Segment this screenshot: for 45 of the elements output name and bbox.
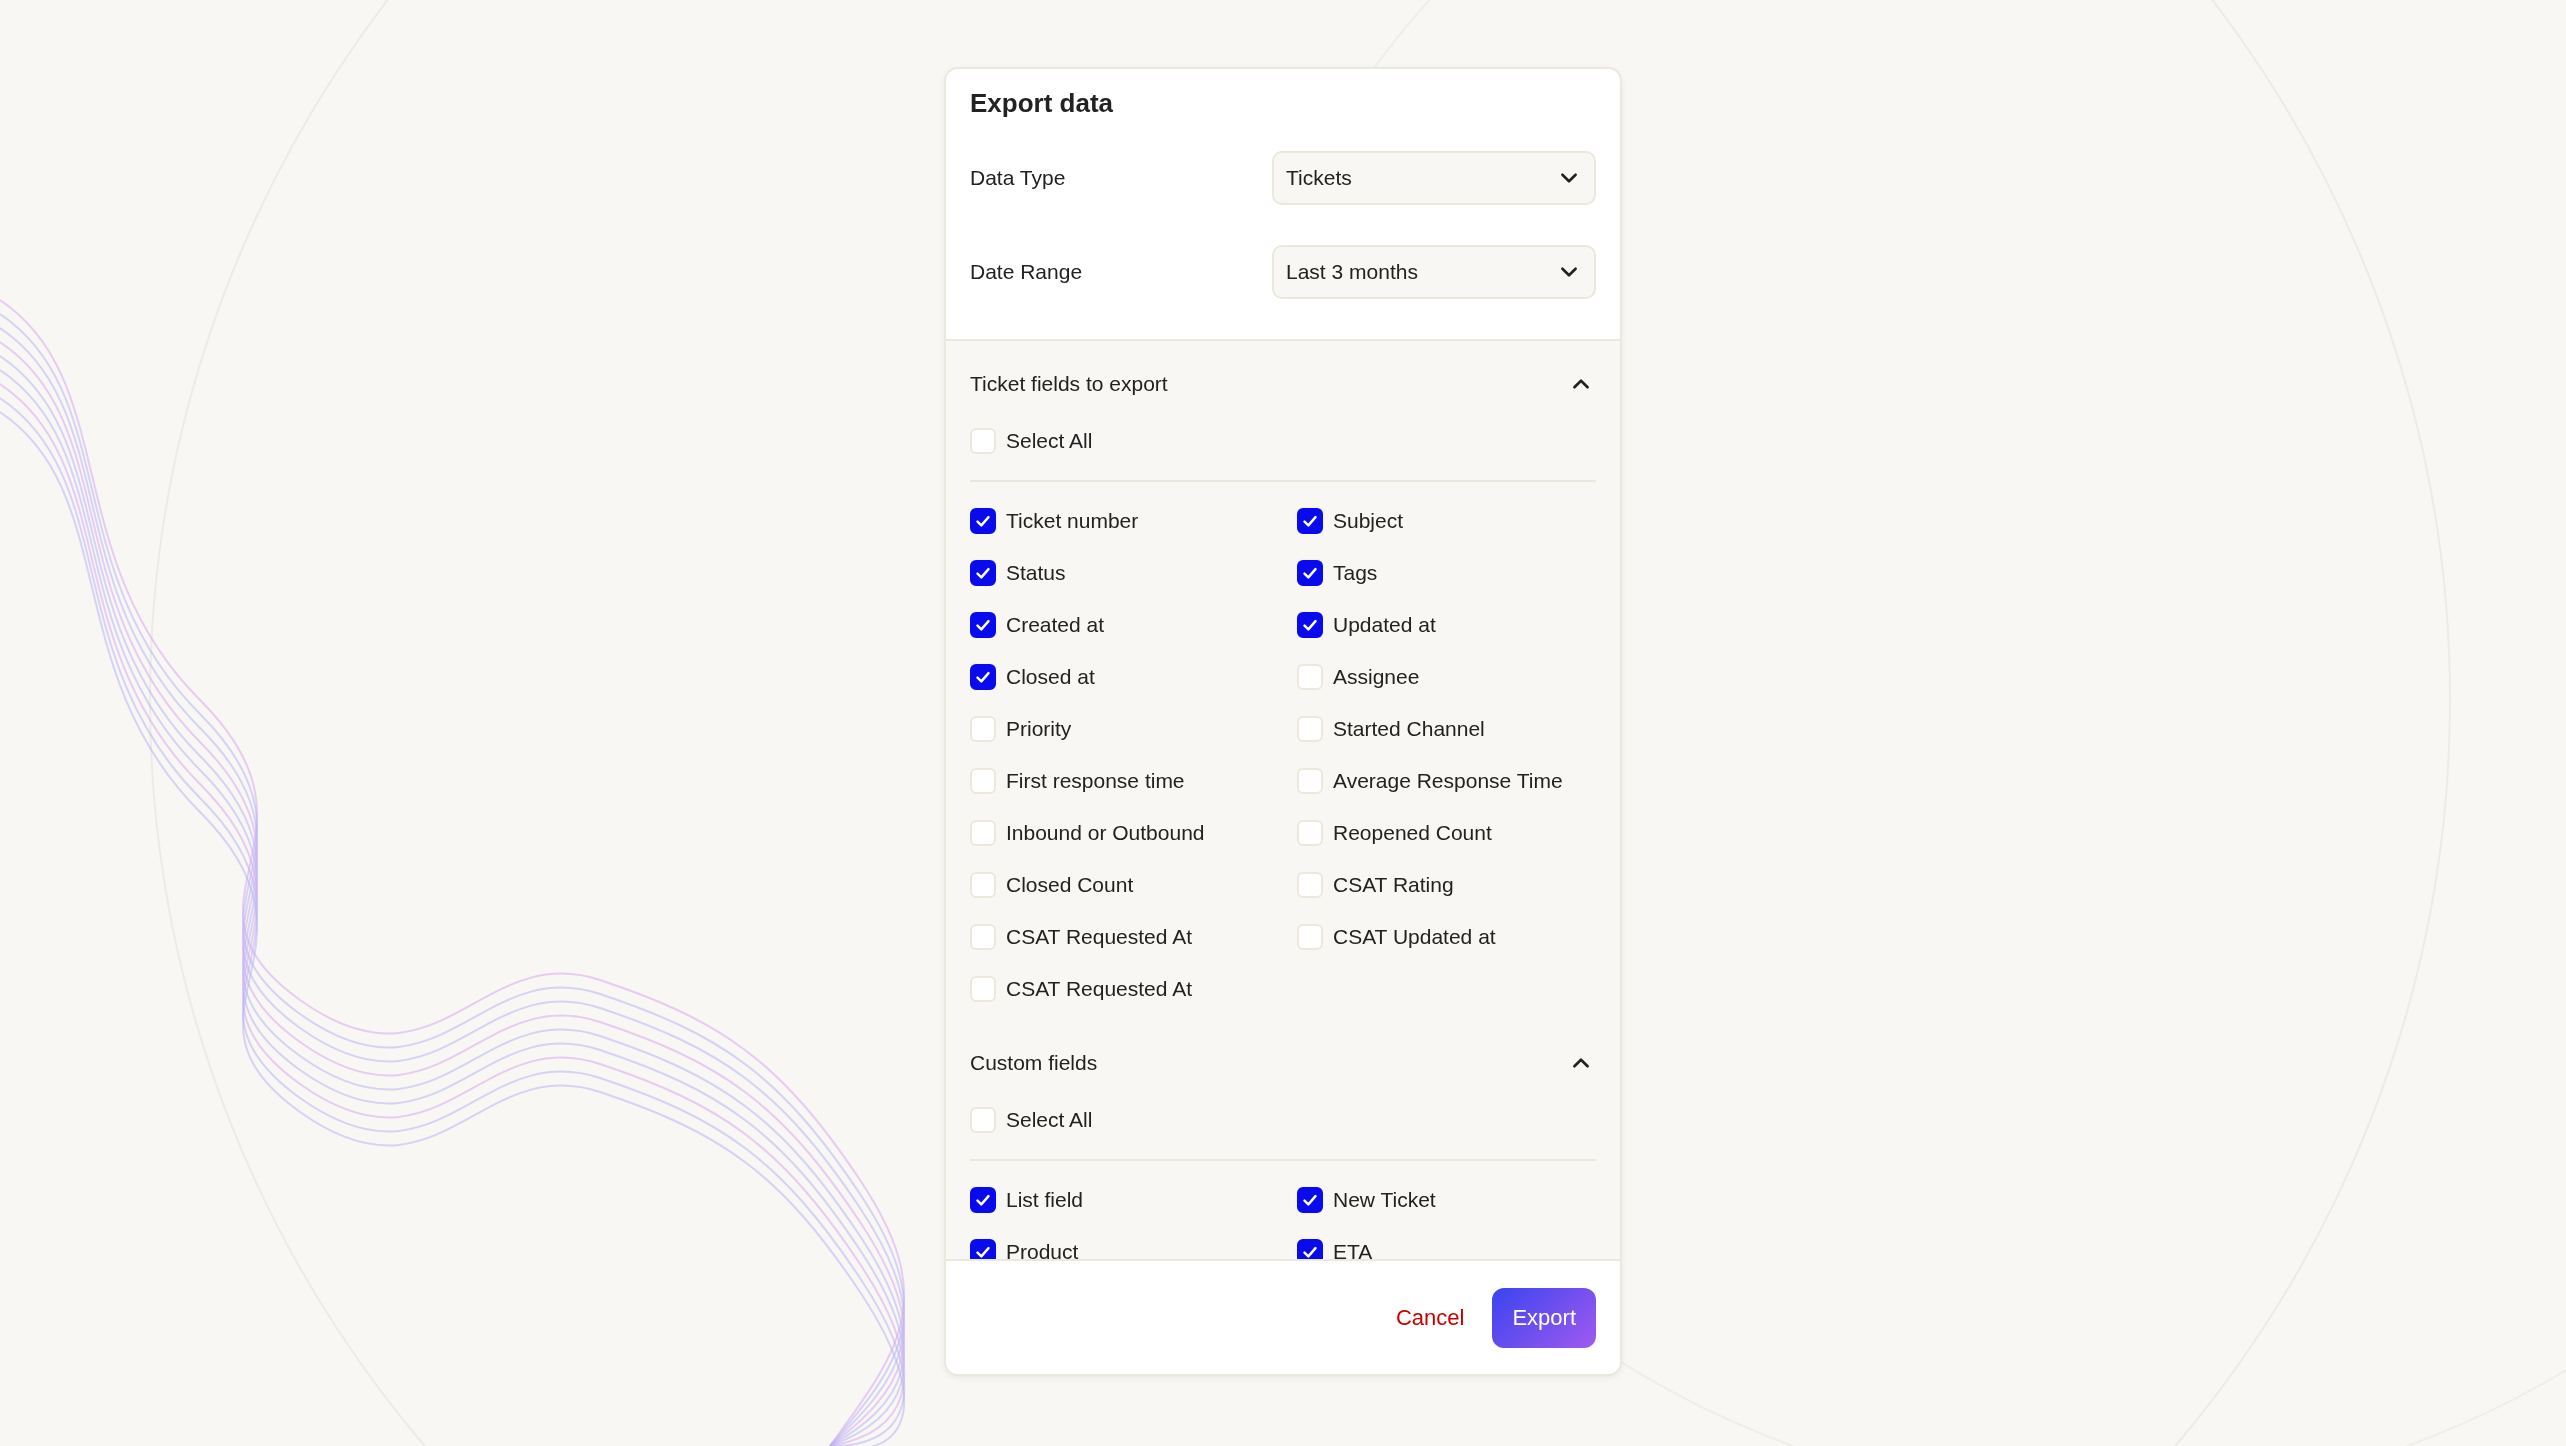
checkbox[interactable] xyxy=(1297,612,1323,638)
checkbox-label: Select All xyxy=(1006,1108,1093,1132)
checkbox-label: Tags xyxy=(1333,561,1378,585)
dialog-title: Export data xyxy=(970,87,1114,119)
checkbox-label: Reopened Count xyxy=(1333,821,1492,845)
checkbox-label: Average Response Time xyxy=(1333,769,1563,793)
checkbox-label: Inbound or Outbound xyxy=(1006,821,1205,845)
checkbox-label: ETA xyxy=(1333,1240,1373,1259)
field-label: Data Type xyxy=(970,166,1066,190)
checkbox-label: New Ticket xyxy=(1333,1188,1436,1212)
checkbox-label: Closed at xyxy=(1006,665,1095,689)
checkbox-label: Subject xyxy=(1333,509,1404,533)
checkbox-label: Product xyxy=(1006,1240,1079,1259)
checkbox[interactable] xyxy=(970,612,996,638)
dropdown[interactable]: Tickets xyxy=(1272,151,1596,205)
checkbox-label: CSAT Requested At xyxy=(1006,977,1192,1001)
checkbox-label: Created at xyxy=(1006,613,1105,637)
section-header[interactable]: Custom fields xyxy=(970,1044,1596,1082)
field-label: Date Range xyxy=(970,260,1083,284)
checkbox-label: Closed Count xyxy=(1006,873,1134,897)
checkbox[interactable] xyxy=(970,664,996,690)
checkbox[interactable] xyxy=(1297,1239,1323,1259)
checkbox-label: CSAT Updated at xyxy=(1333,925,1496,949)
checkbox-label: Priority xyxy=(1006,717,1072,741)
checkbox-label: Select All xyxy=(1006,429,1093,453)
checkbox-label: First response time xyxy=(1006,769,1185,793)
checkbox-label: Status xyxy=(1006,561,1066,585)
checkbox[interactable] xyxy=(970,1187,996,1213)
checkbox[interactable] xyxy=(970,1239,996,1259)
checkbox-label: CSAT Requested At xyxy=(1006,925,1192,949)
dropdown[interactable]: Last 3 months xyxy=(1272,245,1596,299)
checkbox[interactable] xyxy=(970,560,996,586)
checkbox-label: Updated at xyxy=(1333,613,1436,637)
section-header[interactable]: Ticket fields to export xyxy=(970,365,1596,403)
checkbox[interactable] xyxy=(970,508,996,534)
cancel-button[interactable]: Cancel xyxy=(1393,1298,1467,1337)
checkbox-label: CSAT Rating xyxy=(1333,873,1454,897)
export-button[interactable]: Export xyxy=(1492,1287,1596,1348)
checkbox[interactable] xyxy=(1297,508,1323,534)
checkbox[interactable] xyxy=(1297,560,1323,586)
checkbox-label: Ticket number xyxy=(1006,509,1139,533)
checkbox-label: Assignee xyxy=(1333,665,1420,689)
checkbox[interactable] xyxy=(1297,1187,1323,1213)
checkbox-label: Started Channel xyxy=(1333,717,1485,741)
checkbox-label: List field xyxy=(1006,1188,1084,1212)
